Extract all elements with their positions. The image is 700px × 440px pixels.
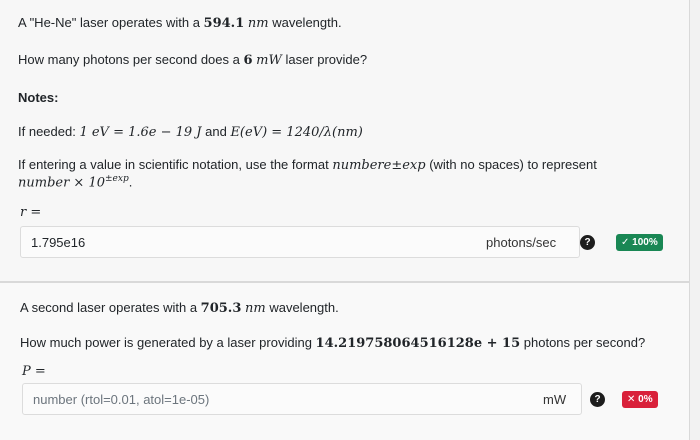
- panel-divider: [0, 282, 690, 283]
- sci-period: .: [128, 174, 133, 190]
- q2-question: How much power is generated by a laser p…: [20, 335, 645, 351]
- q2-intro-post: wavelength.: [265, 300, 339, 315]
- r-answer-input[interactable]: 1.795e16 photons/sec: [20, 226, 580, 258]
- notes-if-needed: If needed: 1 eV = 1.6e − 19 J and E(eV) …: [18, 124, 363, 140]
- wavelength-energy-equation: E(eV) = 1240/λ(nm): [230, 125, 363, 140]
- energy-conversion-equation: 1 eV = 1.6e − 19 J: [79, 125, 202, 140]
- q1-intro: A "He-Ne" laser operates with a 594.1 nm…: [18, 15, 342, 31]
- r-answer-value[interactable]: 1.795e16: [31, 235, 85, 250]
- q2-question-pre: How much power is generated by a laser p…: [20, 335, 316, 350]
- q1-power-value: 6: [243, 53, 253, 68]
- if-needed-label: If needed:: [18, 124, 80, 139]
- sci-format: numbere±exp: [332, 158, 426, 173]
- q2-photon-rate-value: 14.219758064516128e + 15: [315, 336, 521, 351]
- p-variable-label: P =: [22, 364, 46, 379]
- q1-help-icon[interactable]: ?: [580, 235, 595, 250]
- notes-heading: Notes:: [18, 90, 59, 105]
- q1-wavelength-unit: nm: [247, 16, 269, 31]
- q1-score-badge: ✓ 100%: [616, 234, 663, 251]
- q2-help-icon[interactable]: ?: [590, 392, 605, 407]
- q1-question-pre: How many photons per second does a: [18, 52, 244, 67]
- sci-notation-note-line2: number × 10±exp.: [18, 174, 132, 190]
- r-variable-label: r =: [20, 205, 42, 220]
- q2-wavelength-value: 705.3: [200, 301, 242, 316]
- q1-question-post: laser provide?: [281, 52, 368, 67]
- q2-question-post: photons per second?: [520, 335, 646, 350]
- p-answer-placeholder: number (rtol=0.01, atol=1e-05): [33, 392, 210, 407]
- q2-intro-pre: A second laser operates with a: [20, 300, 201, 315]
- q1-question: How many photons per second does a 6 mW …: [18, 52, 367, 68]
- q1-power-unit: mW: [256, 53, 282, 68]
- q2-wavelength-unit: nm: [245, 301, 266, 316]
- p-answer-input[interactable]: number (rtol=0.01, atol=1e-05) mW: [22, 383, 582, 415]
- and-text: and: [201, 124, 231, 139]
- sci-notation-note-line1: If entering a value in scientific notati…: [18, 157, 597, 173]
- sci-number-times-ten: number × 10: [18, 175, 106, 191]
- sci-note-post: (with no spaces) to represent: [425, 157, 597, 172]
- q1-intro-post: wavelength.: [268, 15, 342, 30]
- q1-wavelength-value: 594.1: [203, 16, 245, 31]
- sci-note-pre: If entering a value in scientific notati…: [18, 157, 333, 172]
- q2-intro: A second laser operates with a 705.3 nm …: [20, 300, 339, 316]
- r-answer-unit: photons/sec: [486, 235, 557, 250]
- sci-exponent: ±exp: [105, 174, 129, 184]
- p-answer-unit: mW: [543, 392, 567, 407]
- q2-score-badge: ✕ 0%: [622, 391, 658, 408]
- q1-intro-pre: A "He-Ne" laser operates with a: [18, 15, 204, 30]
